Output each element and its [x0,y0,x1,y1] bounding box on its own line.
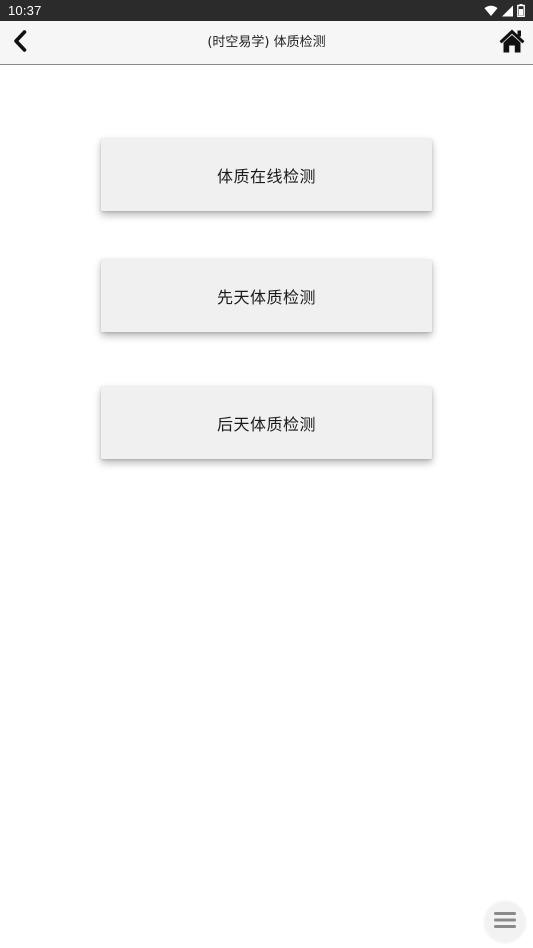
online-constitution-test-button[interactable]: 体质在线检测 [101,138,432,211]
chevron-left-icon [12,30,28,56]
acquired-constitution-test-button[interactable]: 后天体质检测 [101,386,432,459]
page-title: (时空易学) 体质检测 [207,35,326,50]
menu-item-label: 体质在线检测 [216,166,316,186]
status-icons [484,0,525,21]
innate-constitution-test-button[interactable]: 先天体质检测 [101,259,432,332]
home-button[interactable] [495,26,529,60]
status-bar: 10:37 [0,0,533,21]
home-icon [498,28,526,58]
menu-item-label: 先天体质检测 [216,287,316,307]
hamburger-menu-icon [494,911,516,933]
back-button[interactable] [4,27,36,59]
status-time: 10:37 [8,3,42,18]
menu-item-label: 后天体质检测 [216,414,316,434]
signal-icon [501,5,514,17]
battery-icon [517,4,525,17]
floating-menu-button[interactable] [485,902,525,942]
wifi-icon [484,5,498,17]
app-toolbar: (时空易学) 体质检测 [0,21,533,65]
